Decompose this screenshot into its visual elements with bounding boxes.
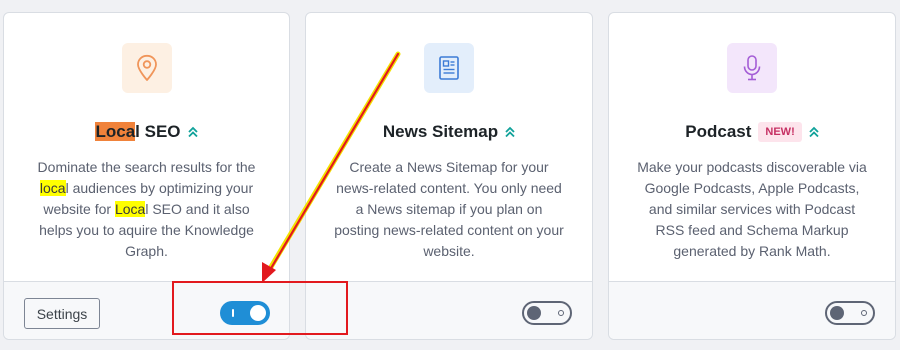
chevron-up-double-icon bbox=[809, 126, 819, 138]
module-toggle-podcast[interactable] bbox=[825, 301, 875, 325]
desc-highlight: Loca bbox=[114, 201, 146, 217]
desc-highlight: loca bbox=[39, 180, 66, 196]
module-description: Make your podcasts discoverable via Goog… bbox=[637, 159, 867, 259]
module-description: Dominate the search results for the loca… bbox=[30, 157, 263, 262]
newspaper-icon bbox=[424, 43, 474, 93]
module-toggle-news-sitemap[interactable] bbox=[522, 301, 572, 325]
new-badge: NEW! bbox=[758, 122, 802, 142]
card-body: Local SEO Dominate the search results fo… bbox=[4, 13, 289, 281]
chevron-up-double-icon bbox=[187, 126, 198, 138]
desc-part: Dominate the search results for the bbox=[37, 159, 256, 175]
card-body: Podcast NEW! Make your podcasts discover… bbox=[609, 13, 895, 281]
chevron-up-double-icon bbox=[505, 126, 515, 138]
microphone-icon bbox=[727, 43, 777, 93]
title-highlight: Loca bbox=[95, 122, 136, 141]
toggle-off-indicator bbox=[861, 310, 867, 316]
toggle-knob bbox=[527, 306, 541, 320]
module-card-news-sitemap: News Sitemap Create a News Sitemap for y… bbox=[305, 12, 593, 340]
card-footer bbox=[609, 281, 895, 339]
card-body: News Sitemap Create a News Sitemap for y… bbox=[306, 13, 592, 281]
map-pin-icon bbox=[121, 43, 172, 93]
module-card-podcast: Podcast NEW! Make your podcasts discover… bbox=[608, 12, 896, 340]
title-text: News Sitemap bbox=[382, 122, 499, 141]
toggle-knob bbox=[830, 306, 844, 320]
module-title: Podcast NEW! bbox=[609, 120, 895, 144]
toggle-off-indicator bbox=[558, 310, 564, 316]
title-text: Podcast bbox=[685, 122, 752, 141]
module-title: News Sitemap bbox=[306, 120, 592, 144]
module-description: Create a News Sitemap for your news-rela… bbox=[334, 159, 564, 259]
module-title: Local SEO bbox=[4, 120, 289, 144]
title-rest: l SEO bbox=[135, 122, 181, 141]
annotation-highlight-box bbox=[172, 281, 348, 335]
card-footer bbox=[306, 281, 592, 339]
settings-button[interactable]: Settings bbox=[24, 298, 100, 329]
